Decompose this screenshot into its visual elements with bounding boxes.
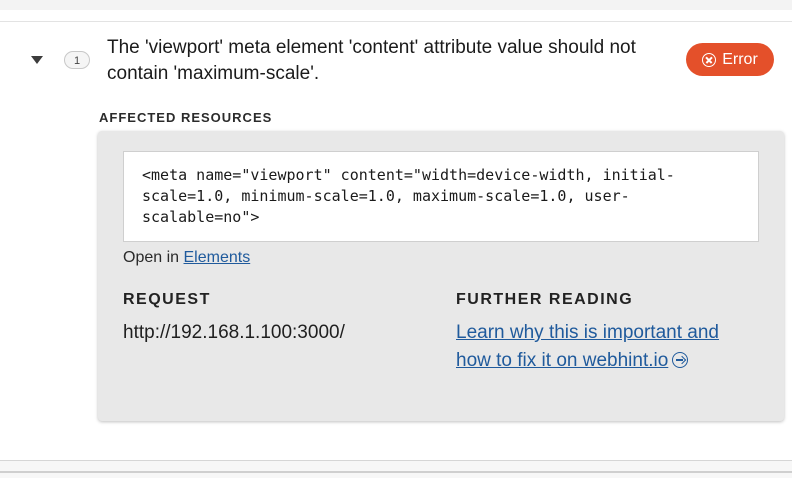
open-in-prefix: Open in [123,249,180,266]
affected-resources-label: AFFECTED RESOURCES [99,110,273,125]
error-badge: Error [686,43,774,76]
issue-count-badge: 1 [64,51,90,69]
next-issue-bar [0,461,792,478]
top-bar [0,0,792,10]
error-badge-label: Error [722,50,758,68]
affected-resources-panel: <meta name="viewport" content="width=dev… [98,131,784,421]
request-url: http://192.168.1.100:3000/ [123,322,345,343]
issue-header[interactable]: 1 The 'viewport' meta element 'content' … [0,22,792,102]
circle-x-icon [702,52,717,67]
bottom-line [0,471,792,473]
learn-more-link[interactable]: Learn why this is important and how to f… [456,319,726,375]
caret-down-icon[interactable] [31,56,43,64]
code-snippet: <meta name="viewport" content="width=dev… [123,151,759,242]
issue-title: The 'viewport' meta element 'content' at… [107,37,636,84]
circle-arrow-right-icon [672,352,689,368]
open-in-row: Open in Elements [123,249,250,267]
open-in-elements-link[interactable]: Elements [184,249,251,266]
further-reading-label: FURTHER READING [456,291,634,308]
request-label: REQUEST [123,291,211,308]
